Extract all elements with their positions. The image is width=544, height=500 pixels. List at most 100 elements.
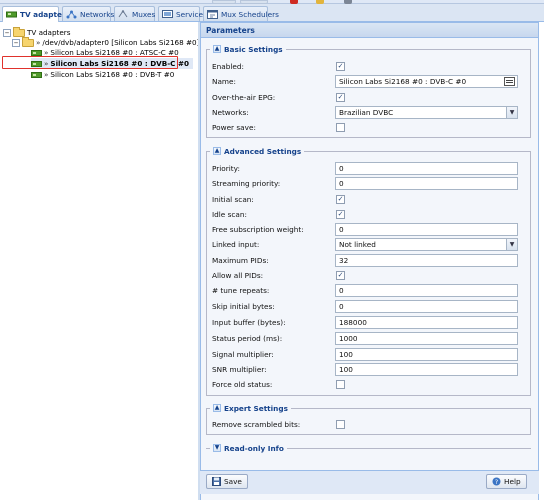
status-period-input[interactable]: 1000 — [335, 332, 518, 345]
force-old-status-label: Force old status: — [212, 380, 273, 389]
priority-value: 0 — [339, 164, 344, 173]
enabled-checkbox[interactable]: ✓ — [336, 62, 345, 71]
folder-icon — [22, 36, 34, 47]
idle-scan-checkbox[interactable]: ✓ — [336, 210, 345, 219]
save-label: Save — [224, 477, 242, 486]
list-edit-icon[interactable] — [504, 77, 515, 86]
tune-repeats-input[interactable]: 0 — [335, 284, 518, 297]
network-icon — [66, 10, 77, 19]
priority-input[interactable]: 0 — [335, 162, 518, 175]
tv-card-icon — [31, 71, 42, 78]
free-subscription-weight-value: 0 — [339, 225, 344, 234]
folder-icon — [13, 26, 25, 37]
snr-multiplier-value: 100 — [339, 365, 353, 374]
maximum-pids-label: Maximum PIDs: — [212, 256, 269, 265]
bullet-icon: » — [44, 70, 49, 79]
collapse-icon[interactable]: − — [3, 28, 11, 37]
idle-scan-label: Idle scan: — [212, 210, 247, 219]
streaming-priority-input[interactable]: 0 — [335, 177, 518, 190]
input-buffer-input[interactable]: 188000 — [335, 316, 518, 329]
tree-node-frontend-dvbt[interactable]: » Silicon Labs Si2168 #0 : DVB-T #0 — [31, 69, 174, 80]
snr-multiplier-label: SNR multiplier: — [212, 365, 267, 374]
tune-repeats-value: 0 — [339, 286, 344, 295]
skip-initial-bytes-input[interactable]: 0 — [335, 300, 518, 313]
skip-initial-bytes-value: 0 — [339, 302, 344, 311]
priority-label: Priority: — [212, 164, 240, 173]
svg-text:?: ? — [495, 478, 498, 486]
streaming-priority-value: 0 — [339, 179, 344, 188]
help-icon: ? — [492, 477, 501, 486]
collapse-icon[interactable]: − — [12, 38, 20, 47]
tab-services[interactable]: Services — [158, 6, 207, 21]
input-buffer-label: Input buffer (bytes): — [212, 318, 286, 327]
power-save-label: Power save: — [212, 123, 256, 132]
legend-label: Advanced Settings — [224, 146, 302, 156]
remove-scrambled-bits-label: Remove scrambled bits: — [212, 420, 301, 429]
networks-select[interactable]: Brazilian DVBC ▼ — [335, 106, 518, 119]
expert-settings-legend[interactable]: ▲ Expert Settings — [210, 403, 291, 413]
collapse-icon[interactable]: ▲ — [213, 147, 221, 155]
scheduler-icon — [207, 9, 218, 19]
tree-node-label: /dev/dvb/adapter0 [Silicon Labs Si2168 #… — [42, 38, 200, 47]
power-save-checkbox[interactable] — [336, 123, 345, 132]
chevron-down-icon[interactable]: ▼ — [506, 239, 517, 250]
force-old-status-checkbox[interactable] — [336, 380, 345, 389]
chevron-down-icon[interactable]: ▼ — [506, 107, 517, 118]
tune-repeats-label: # tune repeats: — [212, 286, 270, 295]
allow-all-pids-label: Allow all PIDs: — [212, 271, 264, 280]
tab-tv-adapters[interactable]: TV adapters — [2, 6, 70, 22]
collapse-icon[interactable]: ▲ — [213, 404, 221, 412]
linked-input-select[interactable]: Not linked ▼ — [335, 238, 518, 251]
tab-label: Muxes — [132, 9, 156, 19]
maximum-pids-input[interactable]: 32 — [335, 254, 518, 267]
tab-mux-schedulers[interactable]: Mux Schedulers — [203, 6, 279, 21]
collapse-icon[interactable]: ▲ — [213, 45, 221, 53]
adapter-tree: − TV adapters − » /dev/dvb/adapter0 [Sil… — [0, 22, 200, 500]
signal-multiplier-input[interactable]: 100 — [335, 348, 518, 361]
remove-scrambled-bits-checkbox[interactable] — [336, 420, 345, 429]
readonly-info-legend[interactable]: ▼ Read-only Info — [210, 443, 287, 453]
tab-bar: TV adapters Networks Muxes Services Mux … — [0, 4, 544, 22]
bullet-icon: » — [36, 38, 41, 47]
name-input[interactable]: Silicon Labs Si2168 #0 : DVB-C #0 — [335, 75, 518, 88]
name-label: Name: — [212, 77, 236, 86]
name-value: Silicon Labs Si2168 #0 : DVB-C #0 — [339, 77, 467, 86]
selection-highlight-box — [2, 56, 178, 69]
tree-node-label: TV adapters — [27, 28, 71, 37]
input-buffer-value: 188000 — [339, 318, 367, 327]
signal-multiplier-value: 100 — [339, 350, 353, 359]
tab-label: Mux Schedulers — [221, 9, 279, 19]
signal-multiplier-label: Signal multiplier: — [212, 350, 274, 359]
snr-multiplier-input[interactable]: 100 — [335, 363, 518, 376]
streaming-priority-label: Streaming priority: — [212, 179, 281, 188]
linked-input-value: Not linked — [339, 240, 376, 249]
epg-checkbox[interactable]: ✓ — [336, 93, 345, 102]
skip-initial-bytes-label: Skip initial bytes: — [212, 302, 275, 311]
tv-card-icon — [31, 49, 42, 56]
advanced-settings-legend[interactable]: ▲ Advanced Settings — [210, 146, 305, 156]
expand-icon[interactable]: ▼ — [213, 444, 221, 452]
free-subscription-weight-label: Free subscription weight: — [212, 225, 304, 234]
tab-networks[interactable]: Networks — [62, 6, 115, 21]
help-button[interactable]: ? Help — [486, 474, 527, 489]
save-button[interactable]: Save — [206, 474, 248, 489]
allow-all-pids-checkbox[interactable]: ✓ — [336, 271, 345, 280]
legend-label: Read-only Info — [224, 443, 284, 453]
legend-label: Basic Settings — [224, 44, 283, 54]
tree-node-label: Silicon Labs Si2168 #0 : DVB-T #0 — [50, 70, 175, 79]
enabled-label: Enabled: — [212, 62, 244, 71]
services-icon — [162, 9, 173, 19]
status-period-label: Status period (ms): — [212, 334, 283, 343]
initial-scan-label: Initial scan: — [212, 195, 254, 204]
networks-label: Networks: — [212, 108, 249, 117]
initial-scan-checkbox[interactable]: ✓ — [336, 195, 345, 204]
save-icon — [212, 477, 221, 486]
epg-label: Over-the-air EPG: — [212, 93, 276, 102]
basic-settings-legend[interactable]: ▲ Basic Settings — [210, 44, 286, 54]
free-subscription-weight-input[interactable]: 0 — [335, 223, 518, 236]
tab-muxes[interactable]: Muxes — [114, 6, 155, 21]
help-label: Help — [504, 477, 521, 486]
tab-label: Networks — [80, 9, 115, 19]
legend-label: Expert Settings — [224, 403, 288, 413]
linked-input-label: Linked input: — [212, 240, 260, 249]
